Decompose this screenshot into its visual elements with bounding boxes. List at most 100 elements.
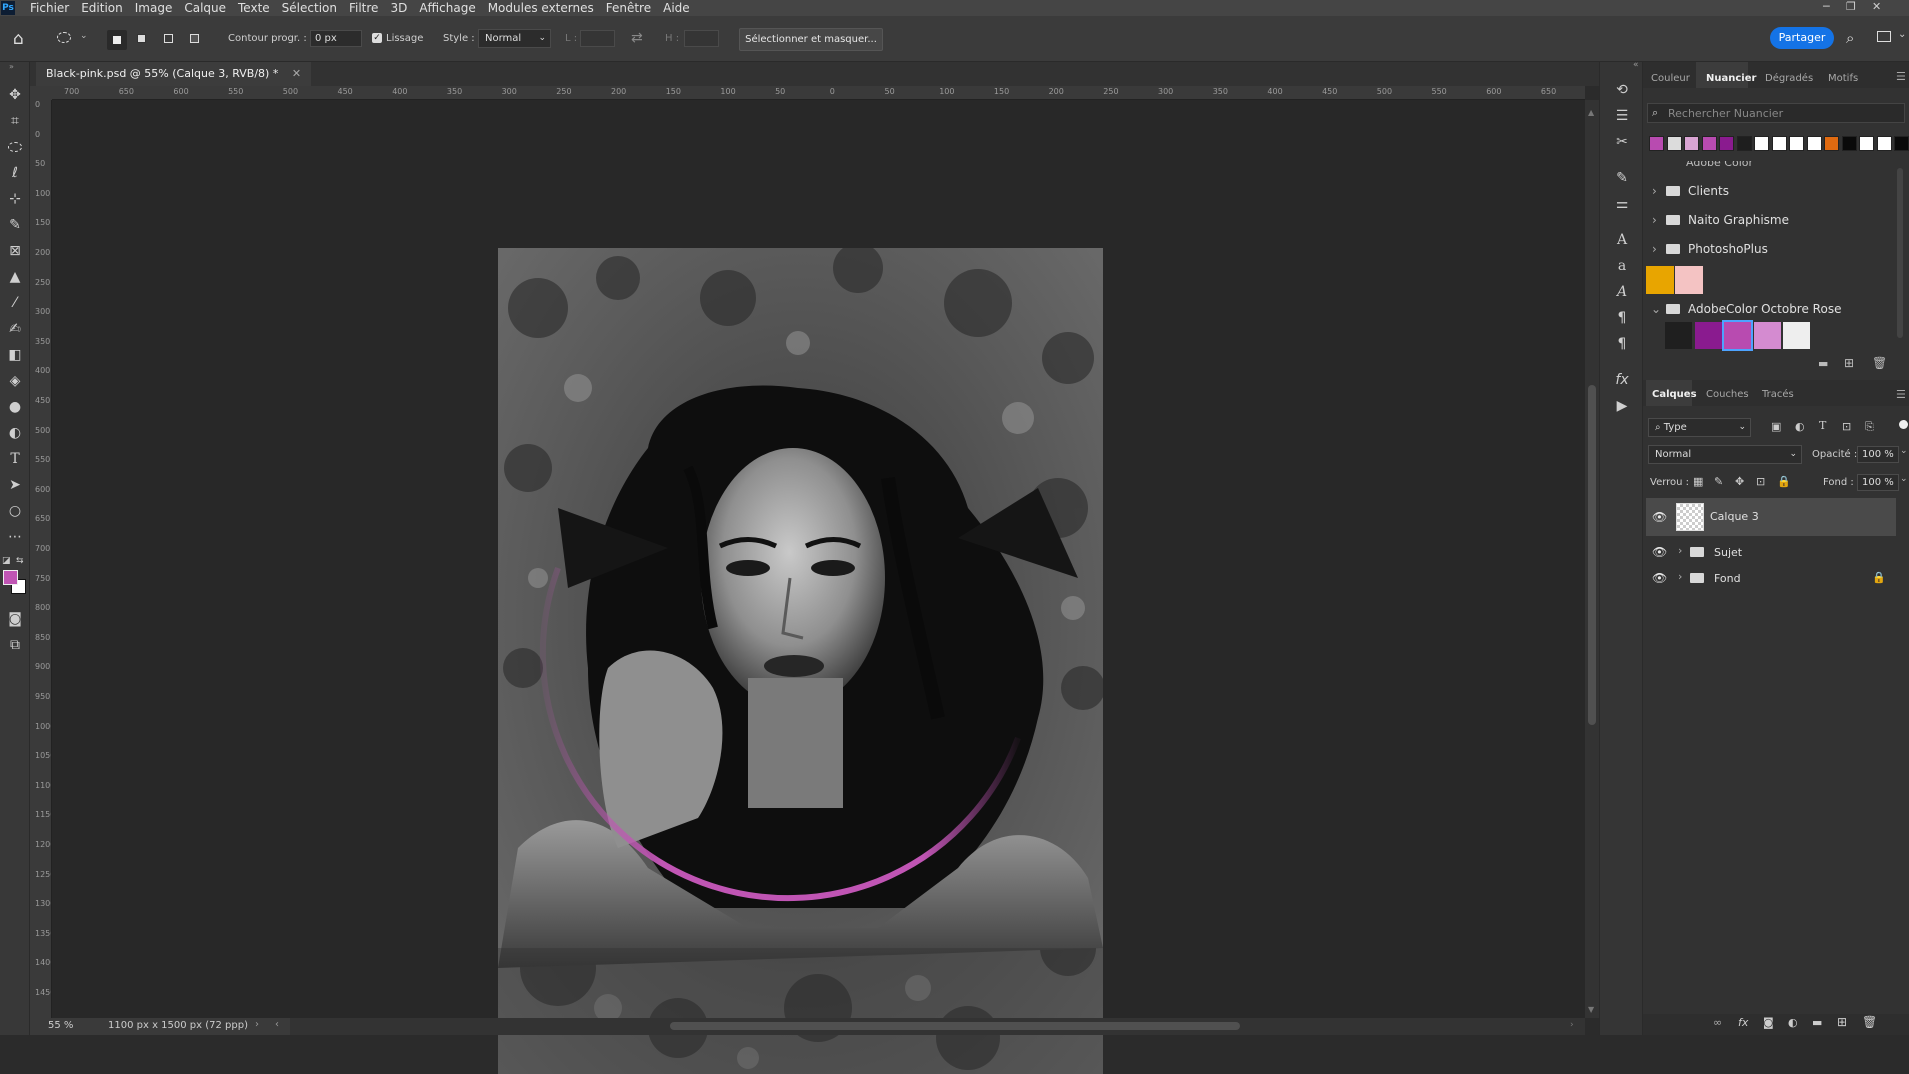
panel-menu-icon[interactable]: ☰ <box>1896 388 1906 401</box>
tools-icon[interactable]: ✂ <box>1612 132 1632 152</box>
filter-type-icon[interactable]: T <box>1819 419 1826 432</box>
chevron-down-icon[interactable]: ⌄ <box>1900 474 1908 484</box>
recent-swatch[interactable] <box>1649 136 1664 151</box>
glyphs-icon[interactable]: A <box>1612 282 1632 302</box>
group-swatch[interactable] <box>1724 322 1751 349</box>
zoom-level[interactable]: 55 % <box>48 1020 73 1031</box>
intersect-selection-mode-icon[interactable] <box>190 34 199 43</box>
paragraph-icon[interactable]: ¶ <box>1612 308 1632 328</box>
swatch-group-octobre-rose[interactable]: ⌄ AdobeColor Octobre Rose <box>1646 296 1896 322</box>
horizontal-scroll-thumb[interactable] <box>670 1022 1240 1030</box>
group-swatch[interactable] <box>1783 322 1810 349</box>
group-swatch[interactable] <box>1695 322 1722 349</box>
default-colors-icon[interactable]: ◪ <box>2 556 11 566</box>
menu-selection[interactable]: Sélection <box>282 1 337 15</box>
ellipse-shape-icon[interactable]: ○ <box>6 502 24 520</box>
width-input[interactable] <box>580 30 615 47</box>
swatch-search-input[interactable]: ⌕ Rechercher Nuancier <box>1647 103 1905 123</box>
opacity-input[interactable]: 100 % <box>1857 446 1899 463</box>
lock-all-icon[interactable]: 🔒 <box>1777 475 1791 488</box>
tab-couleur[interactable]: Couleur <box>1651 73 1690 84</box>
filter-pixel-icon[interactable]: ▣ <box>1771 420 1781 433</box>
foreground-color-swatch[interactable] <box>3 570 18 585</box>
swatch-group-clients[interactable]: › Clients <box>1646 178 1896 204</box>
height-input[interactable] <box>684 30 719 47</box>
loose-swatch-orange[interactable] <box>1646 266 1674 294</box>
lasso-icon[interactable]: ℓ <box>6 164 24 182</box>
loose-swatch-pink[interactable] <box>1675 266 1703 294</box>
feather-input[interactable]: 0 px <box>310 30 362 47</box>
chevron-down-icon[interactable]: ⌄ <box>1900 446 1908 456</box>
menu-edition[interactable]: Edition <box>81 1 123 15</box>
eyedropper-icon[interactable]: ⁄ <box>6 294 24 312</box>
quick-select-icon[interactable]: ✎ <box>6 216 24 234</box>
eye-icon[interactable]: 👁 <box>1652 571 1667 585</box>
lock-image-icon[interactable]: ✎ <box>1714 475 1723 488</box>
layer-row-fond[interactable]: 👁 › Fond 🔒 <box>1646 565 1896 591</box>
trash-icon[interactable]: 🗑 <box>1872 356 1887 370</box>
frame-icon[interactable]: ⊠ <box>6 242 24 260</box>
menu-modules-externes[interactable]: Modules externes <box>488 1 594 15</box>
character-styles-icon[interactable]: a <box>1612 256 1632 276</box>
subtract-selection-mode-icon[interactable] <box>164 34 173 43</box>
recent-swatch[interactable] <box>1894 136 1909 151</box>
share-button[interactable]: Partager <box>1770 27 1834 49</box>
eye-icon[interactable]: 👁 <box>1652 510 1667 524</box>
layer-name[interactable]: Sujet <box>1714 546 1742 559</box>
filter-shape-icon[interactable]: ⊡ <box>1842 420 1851 433</box>
move-icon[interactable]: ✥ <box>6 86 24 104</box>
menu-calque[interactable]: Calque <box>184 1 226 15</box>
menu-fenetre[interactable]: Fenêtre <box>606 1 651 15</box>
group-swatch[interactable] <box>1754 322 1781 349</box>
tab-nuancier[interactable]: Nuancier <box>1706 73 1756 84</box>
brush-settings-icon[interactable]: ✎ <box>1612 168 1632 188</box>
artboard-crop-icon[interactable]: ⌗ <box>6 112 24 130</box>
chevron-right-icon[interactable]: › <box>255 1019 259 1030</box>
new-selection-mode-icon[interactable] <box>107 30 127 50</box>
chevron-down-icon[interactable]: ⌄ <box>80 31 88 41</box>
ellipse-marquee-preset-icon[interactable] <box>57 32 71 43</box>
add-selection-mode-icon[interactable] <box>137 34 146 43</box>
menu-image[interactable]: Image <box>135 1 173 15</box>
blur-icon[interactable]: ● <box>6 398 24 416</box>
swatch-group-naito[interactable]: › Naito Graphisme <box>1646 207 1896 233</box>
adjustments-icon[interactable]: ☰ <box>1612 106 1632 126</box>
new-group-icon[interactable]: ▬ <box>1818 357 1828 370</box>
chevron-right-icon[interactable]: › <box>1678 544 1682 557</box>
lock-artboard-icon[interactable]: ⊡ <box>1756 475 1765 488</box>
paragraph-styles-icon[interactable]: ¶ <box>1612 334 1632 354</box>
menu-texte[interactable]: Texte <box>238 1 270 15</box>
type-icon[interactable]: T <box>6 450 24 468</box>
recent-swatch[interactable] <box>1737 136 1752 151</box>
close-window-icon[interactable]: ✕ <box>1872 0 1881 13</box>
add-mask-icon[interactable]: ◙ <box>1763 1016 1774 1029</box>
recent-swatch[interactable] <box>1684 136 1699 151</box>
swatch-group-partial[interactable]: Adobe Color <box>1646 161 1894 169</box>
home-icon[interactable]: ⌂ <box>13 29 33 49</box>
blend-mode-select[interactable]: Normal ⌄ <box>1648 445 1802 464</box>
new-group-icon[interactable]: ▬ <box>1812 1016 1822 1029</box>
recent-swatch[interactable] <box>1859 136 1874 151</box>
brush-presets-icon[interactable]: ⚌ <box>1612 194 1632 214</box>
more-tools-icon[interactable]: ⋯ <box>6 528 24 546</box>
chevron-down-icon[interactable]: ⌄ <box>1898 29 1906 40</box>
scroll-up-icon[interactable]: ▲ <box>1588 108 1594 117</box>
brush-icon[interactable]: ✍ <box>6 320 24 338</box>
layer-name[interactable]: Fond <box>1714 572 1741 585</box>
ellipse-marquee-icon[interactable] <box>6 138 24 156</box>
layer-row-calque-3[interactable]: 👁 Calque 3 <box>1646 498 1896 536</box>
collapse-toolbar-icon[interactable]: » <box>9 62 14 71</box>
workspace-icon[interactable] <box>1877 31 1891 42</box>
menu-fichier[interactable]: Fichier <box>30 1 69 15</box>
menu-3d[interactable]: 3D <box>390 1 407 15</box>
tab-couches[interactable]: Couches <box>1706 389 1749 400</box>
restore-icon[interactable]: ❐ <box>1846 0 1856 13</box>
new-swatch-icon[interactable]: ⊞ <box>1844 356 1854 370</box>
object-select-icon[interactable]: ⊹ <box>6 190 24 208</box>
vertical-scroll-thumb[interactable] <box>1588 385 1596 725</box>
recent-swatch[interactable] <box>1772 136 1787 151</box>
chevron-left-icon[interactable]: ‹ <box>275 1019 279 1030</box>
history-icon[interactable]: ⟲ <box>1612 80 1632 100</box>
artwork-image[interactable] <box>498 248 1103 1074</box>
swap-colors-icon[interactable]: ⇆ <box>16 556 24 566</box>
